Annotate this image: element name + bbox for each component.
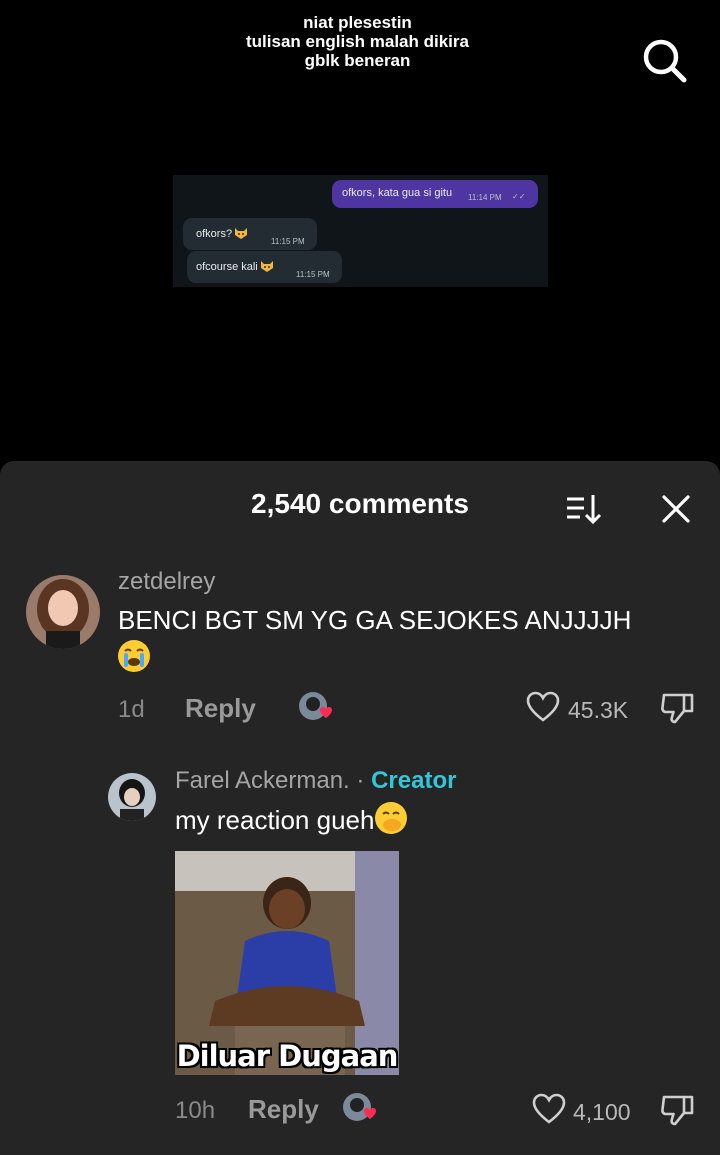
heart-outline-icon — [526, 691, 560, 722]
comment-text: my reaction gueh — [175, 801, 695, 839]
video-caption: niat plesestin tulisan english malah dik… — [0, 13, 715, 70]
hand-over-mouth-emoji-icon — [375, 802, 408, 834]
caption-line: niat plesestin — [303, 13, 412, 32]
creator-liked-badge — [342, 1091, 380, 1130]
creator-badge: Creator — [371, 767, 457, 794]
search-icon — [643, 39, 687, 83]
message-text: ofkors, kata gua si gitu — [342, 187, 453, 199]
video-player[interactable]: niat plesestin tulisan english malah dik… — [0, 0, 720, 470]
user-photo-icon — [108, 773, 156, 821]
user-photo-icon — [26, 575, 100, 649]
reply-button[interactable]: Reply — [248, 1094, 319, 1125]
creator-liked-heart-icon — [299, 692, 332, 720]
like-count: 4,100 — [573, 1099, 631, 1125]
message-time: 11:14 PM — [468, 193, 502, 202]
message-time: 11:15 PM — [271, 237, 305, 246]
close-button[interactable] — [658, 491, 694, 527]
like-count: 45.3K — [568, 697, 629, 723]
sort-icon — [567, 495, 602, 525]
chat-screenshot: ofkors, kata gua si gitu 11:14 PM ✓✓ ofk… — [173, 175, 548, 287]
caption-line: tulisan english malah dikira — [246, 32, 469, 51]
comment-body: BENCI BGT SM YG GA SEJOKES ANJJJJH — [118, 605, 632, 635]
dislike-button[interactable] — [660, 691, 696, 730]
incoming-message: ofcourse kali 11:15 PM — [187, 251, 342, 283]
comment-text: BENCI BGT SM YG GA SEJOKES ANJJJJH — [118, 601, 698, 677]
incoming-message: ofkors? 11:15 PM — [183, 218, 317, 250]
caption-line: gblk beneran — [304, 51, 411, 70]
creator-liked-heart-icon — [343, 1093, 376, 1121]
cat-emoji-icon — [260, 261, 273, 272]
close-icon — [662, 495, 690, 523]
message-text: ofkors? — [196, 228, 233, 240]
message-time: 11:15 PM — [296, 270, 330, 279]
creator-liked-badge — [298, 690, 336, 729]
comments-sheet: 2,540 comments zetdelrey BENCI BGT SM YG… — [0, 461, 720, 1155]
dislike-button[interactable] — [660, 1093, 696, 1132]
comment-username[interactable]: zetdelrey — [118, 568, 215, 596]
comment-username: Farel Ackerman. · Creator — [175, 767, 456, 795]
avatar[interactable] — [108, 773, 156, 821]
search-button[interactable] — [640, 36, 688, 84]
comment-image[interactable]: Diluar Dugaan — [175, 851, 399, 1075]
like-button[interactable] — [526, 691, 560, 728]
comment-age: 1d — [118, 696, 145, 723]
meme-caption: Diluar Dugaan — [176, 1039, 399, 1073]
sort-button[interactable] — [564, 491, 604, 527]
avatar[interactable] — [26, 575, 100, 649]
cat-emoji-icon — [235, 228, 248, 239]
thumbs-down-icon — [661, 1095, 694, 1126]
reply-button[interactable]: Reply — [185, 693, 256, 724]
comment-age: 10h — [175, 1097, 216, 1124]
crying-emoji-icon — [118, 640, 150, 672]
comment-body: my reaction gueh — [175, 805, 375, 835]
reply-username[interactable]: Farel Ackerman. — [175, 767, 350, 794]
message-text: ofcourse kali — [196, 261, 258, 273]
comments-count-title: 2,540 comments — [251, 488, 469, 519]
heart-outline-icon — [532, 1093, 566, 1124]
outgoing-message: ofkors, kata gua si gitu 11:14 PM ✓✓ — [332, 180, 538, 208]
like-button[interactable] — [532, 1093, 566, 1130]
read-ticks-icon: ✓✓ — [512, 192, 526, 201]
separator: · — [356, 767, 365, 794]
thumbs-down-icon — [661, 693, 694, 724]
